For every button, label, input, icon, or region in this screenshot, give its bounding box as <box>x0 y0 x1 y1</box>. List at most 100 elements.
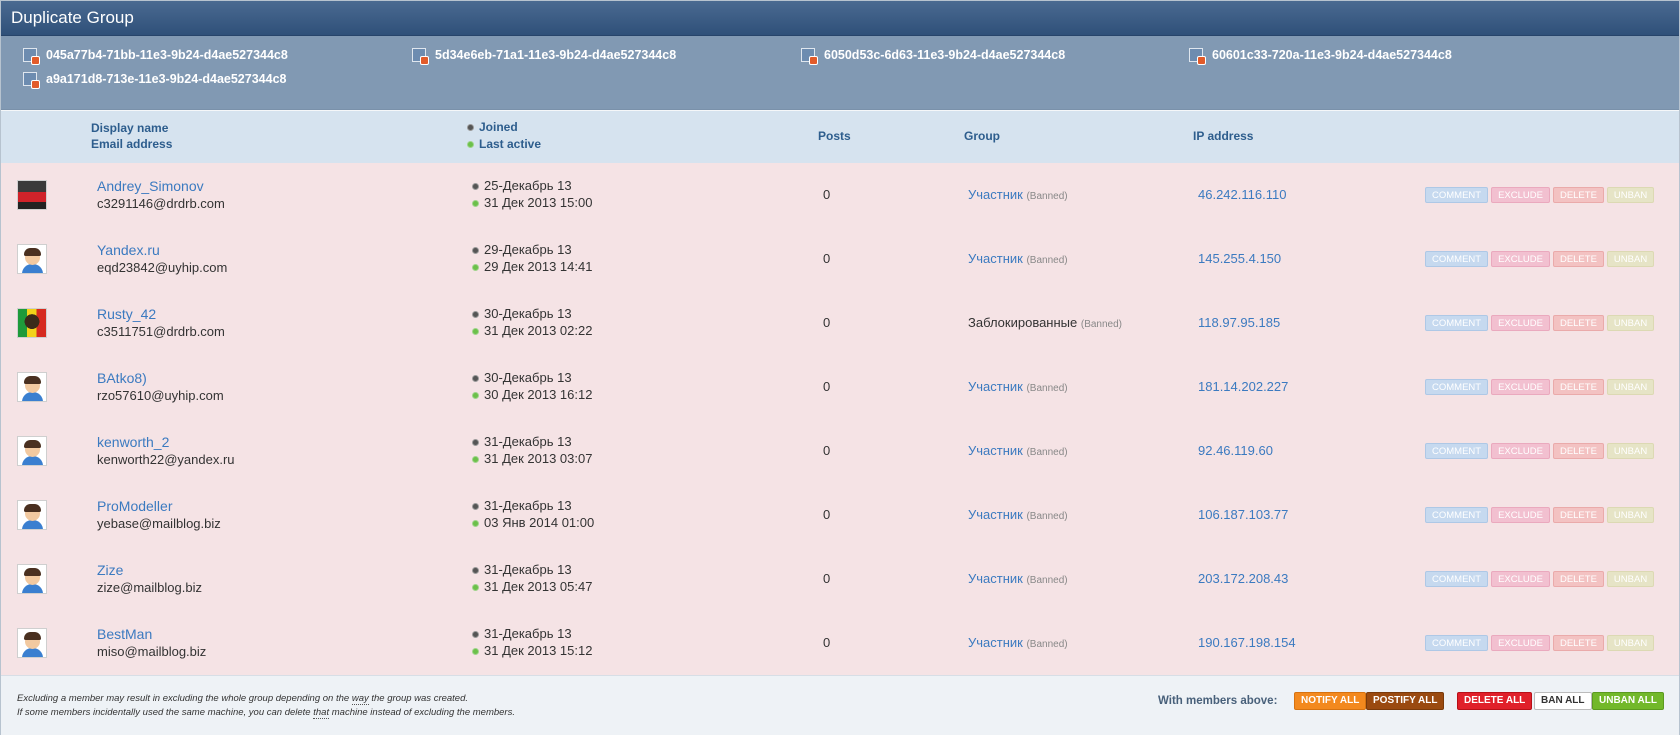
unban-button[interactable]: UNBAN <box>1606 571 1655 587</box>
machine-item[interactable]: 6050d53c-6d63-11e3-9b24-d4ae527344c8 <box>801 46 1065 65</box>
row-actions: COMMENT EXCLUDE DELETE UNBAN <box>1425 443 1655 459</box>
comment-button[interactable]: COMMENT <box>1425 379 1489 395</box>
comment-button[interactable]: COMMENT <box>1425 635 1489 651</box>
member-posts: 0 <box>823 571 831 586</box>
member-ip-link[interactable]: 106.187.103.77 <box>1198 507 1288 522</box>
header-last-active[interactable]: Last active <box>467 137 541 151</box>
member-group[interactable]: Участник (Banned) <box>968 443 1068 458</box>
default-avatar[interactable] <box>17 372 47 402</box>
member-row: kenworth_2 kenworth22@yandex.ru 31-Декабрь… <box>1 419 1679 483</box>
comment-button[interactable]: COMMENT <box>1425 315 1489 331</box>
delete-button[interactable]: DELETE <box>1552 443 1604 459</box>
joined-dot-icon <box>472 247 479 255</box>
member-ip-link[interactable]: 181.14.202.227 <box>1198 379 1288 394</box>
exclude-button[interactable]: EXCLUDE <box>1491 571 1550 587</box>
row-actions: COMMENT EXCLUDE DELETE UNBAN <box>1425 379 1655 395</box>
header-email[interactable]: Email address <box>91 137 172 151</box>
joined-dot-icon <box>472 375 479 383</box>
unban-button[interactable]: UNBAN <box>1606 635 1655 651</box>
member-name-link[interactable]: BAtko8) <box>97 370 147 386</box>
exclude-button[interactable]: EXCLUDE <box>1491 187 1550 203</box>
member-name-link[interactable]: kenworth_2 <box>97 434 169 450</box>
delete-button[interactable]: DELETE <box>1552 507 1604 523</box>
member-name-link[interactable]: Andrey_Simonov <box>97 178 204 194</box>
member-group[interactable]: Участник (Banned) <box>968 635 1068 650</box>
unban-button[interactable]: UNBAN <box>1606 443 1655 459</box>
header-display-name[interactable]: Display name <box>91 121 168 135</box>
member-email: rzo57610@uyhip.com <box>97 388 224 403</box>
member-group[interactable]: Участник (Banned) <box>968 379 1068 394</box>
postify-all-button[interactable]: POSTIFY ALL <box>1366 692 1445 710</box>
member-name-link[interactable]: Zize <box>97 562 123 578</box>
machine-item[interactable]: 045a77b4-71bb-11e3-9b24-d4ae527344c8 <box>23 46 288 65</box>
header-joined[interactable]: Joined <box>467 120 518 134</box>
member-ip-link[interactable]: 203.172.208.43 <box>1198 571 1288 586</box>
unban-button[interactable]: UNBAN <box>1606 379 1655 395</box>
member-ip-link[interactable]: 145.255.4.150 <box>1198 251 1281 266</box>
member-email: c3291146@drdrb.com <box>97 196 225 211</box>
banned-tag: (Banned) <box>1026 191 1068 202</box>
member-group[interactable]: Участник (Banned) <box>968 571 1068 586</box>
exclude-button[interactable]: EXCLUDE <box>1491 443 1550 459</box>
machine-item[interactable]: 60601c33-720a-11e3-9b24-d4ae527344c8 <box>1189 46 1452 65</box>
member-group[interactable]: Участник (Banned) <box>968 187 1068 202</box>
exclude-button[interactable]: EXCLUDE <box>1491 251 1550 267</box>
default-avatar[interactable] <box>17 628 47 658</box>
car-avatar[interactable] <box>17 180 47 210</box>
unban-button[interactable]: UNBAN <box>1606 507 1655 523</box>
header-ip[interactable]: IP address <box>1193 129 1253 143</box>
member-group[interactable]: Участник (Banned) <box>968 507 1068 522</box>
member-ip-link[interactable]: 118.97.95.185 <box>1198 315 1280 330</box>
member-name-link[interactable]: Rusty_42 <box>97 306 156 322</box>
active-dot-icon <box>472 264 479 272</box>
machine-item[interactable]: a9a171d8-713e-11e3-9b24-d4ae527344c8 <box>23 70 286 89</box>
member-ip-link[interactable]: 46.242.116.110 <box>1198 187 1286 202</box>
member-last-active: 03 Янв 2014 01:00 <box>472 515 594 530</box>
default-avatar[interactable] <box>17 244 47 274</box>
delete-button[interactable]: DELETE <box>1552 635 1604 651</box>
header-group[interactable]: Group <box>964 129 1000 143</box>
joined-dot-icon <box>472 631 479 639</box>
duplicate-group-panel: Duplicate Group 045a77b4-71bb-11e3-9b24-… <box>0 0 1680 735</box>
member-posts: 0 <box>823 251 831 266</box>
comment-button[interactable]: COMMENT <box>1425 251 1489 267</box>
member-name-link[interactable]: BestMan <box>97 626 152 642</box>
delete-button[interactable]: DELETE <box>1552 315 1604 331</box>
unban-all-button[interactable]: UNBAN ALL <box>1592 692 1664 710</box>
exclude-button[interactable]: EXCLUDE <box>1491 507 1550 523</box>
banned-tag: (Banned) <box>1026 447 1068 458</box>
member-name-link[interactable]: ProModeller <box>97 498 172 514</box>
default-avatar[interactable] <box>17 500 47 530</box>
joined-dot-icon <box>472 439 479 447</box>
unban-button[interactable]: UNBAN <box>1606 251 1655 267</box>
banned-tag: (Banned) <box>1026 255 1068 266</box>
notify-all-button[interactable]: NOTIFY ALL <box>1294 692 1367 710</box>
member-group[interactable]: Участник (Banned) <box>968 251 1068 266</box>
member-last-active: 31 Дек 2013 15:00 <box>472 195 592 210</box>
member-ip-link[interactable]: 190.167.198.154 <box>1198 635 1296 650</box>
exclude-button[interactable]: EXCLUDE <box>1491 379 1550 395</box>
unban-button[interactable]: UNBAN <box>1606 315 1655 331</box>
member-ip-link[interactable]: 92.46.119.60 <box>1198 443 1273 458</box>
ban-all-button[interactable]: BAN ALL <box>1534 692 1592 710</box>
member-last-active: 31 Дек 2013 02:22 <box>472 323 592 338</box>
machine-item[interactable]: 5d34e6eb-71a1-11e3-9b24-d4ae527344c8 <box>412 46 676 65</box>
default-avatar[interactable] <box>17 564 47 594</box>
comment-button[interactable]: COMMENT <box>1425 443 1489 459</box>
exclude-button[interactable]: EXCLUDE <box>1491 635 1550 651</box>
default-avatar[interactable] <box>17 436 47 466</box>
comment-button[interactable]: COMMENT <box>1425 187 1489 203</box>
header-posts[interactable]: Posts <box>818 129 851 143</box>
unban-button[interactable]: UNBAN <box>1606 187 1655 203</box>
delete-button[interactable]: DELETE <box>1552 571 1604 587</box>
member-name-link[interactable]: Yandex.ru <box>97 242 160 258</box>
reggae-avatar[interactable] <box>17 308 47 338</box>
delete-button[interactable]: DELETE <box>1552 379 1604 395</box>
delete-button[interactable]: DELETE <box>1552 251 1604 267</box>
exclude-button[interactable]: EXCLUDE <box>1491 315 1550 331</box>
comment-button[interactable]: COMMENT <box>1425 507 1489 523</box>
delete-all-button[interactable]: DELETE ALL <box>1457 692 1533 710</box>
delete-button[interactable]: DELETE <box>1552 187 1604 203</box>
comment-button[interactable]: COMMENT <box>1425 571 1489 587</box>
member-email: eqd23842@uyhip.com <box>97 260 228 275</box>
